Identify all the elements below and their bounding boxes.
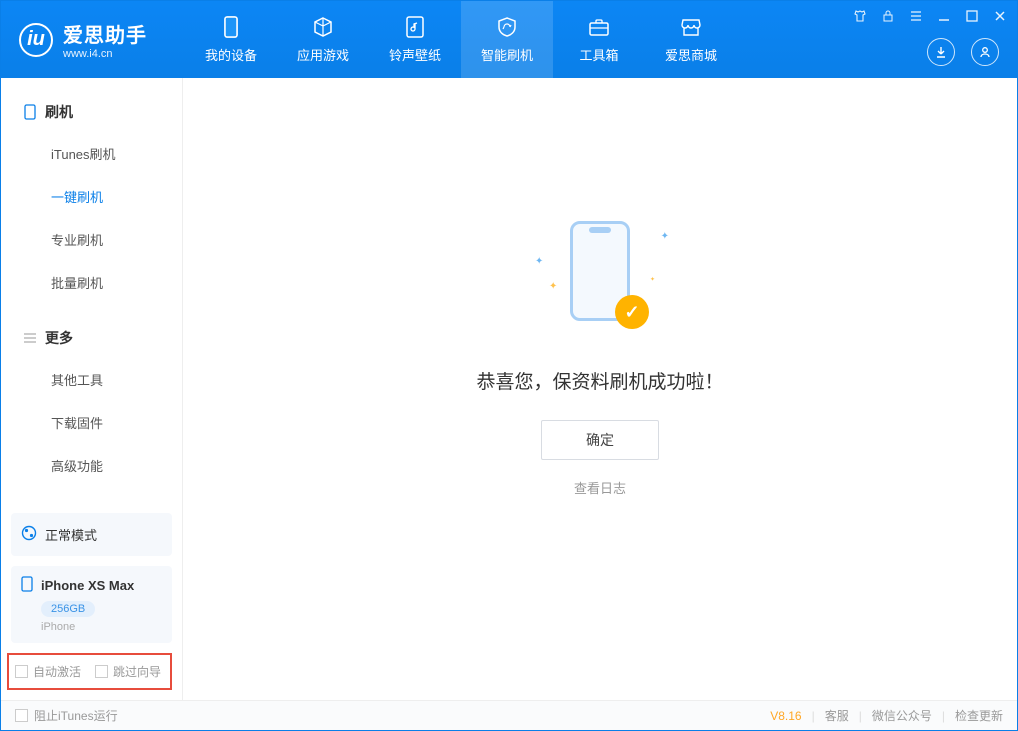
sidebar-item-batch-flash[interactable]: 批量刷机 xyxy=(1,261,182,304)
body-area: 刷机 iTunes刷机 一键刷机 专业刷机 批量刷机 更多 其他工具 下载固件 … xyxy=(1,78,1017,700)
sidebar-header-more: 更多 xyxy=(1,324,182,358)
titlebar-controls xyxy=(851,7,1009,25)
separator: | xyxy=(942,709,945,723)
logo-area: iu 爱思助手 www.i4.cn xyxy=(1,19,165,60)
briefcase-icon xyxy=(587,15,611,39)
nav-tab-label: 工具箱 xyxy=(579,45,618,64)
checks-outlined: 自动激活 跳过向导 xyxy=(7,653,172,690)
sidebar-section-title: 刷机 xyxy=(45,102,73,122)
sparkle-icon: ✦ xyxy=(650,276,655,283)
device-type: iPhone xyxy=(41,621,162,633)
check-skip-guide[interactable]: 跳过向导 xyxy=(95,663,161,680)
check-auto-activate[interactable]: 自动激活 xyxy=(15,663,81,680)
nav-tab-store[interactable]: 爱思商城 xyxy=(645,1,737,78)
success-graphic: ✦ ✦ ✦ ✦ ✓ xyxy=(555,221,645,331)
shirt-icon[interactable] xyxy=(851,7,869,25)
menu-icon[interactable] xyxy=(907,7,925,25)
check-label: 跳过向导 xyxy=(113,663,161,680)
music-file-icon xyxy=(403,15,427,39)
checkbox-icon xyxy=(15,709,28,722)
device-name: iPhone XS Max xyxy=(41,578,134,593)
device-phone-icon xyxy=(21,576,33,595)
nav-tab-label: 应用游戏 xyxy=(297,45,349,64)
logo-text: 爱思助手 www.i4.cn xyxy=(63,19,147,60)
sidebar-item-oneclick-flash[interactable]: 一键刷机 xyxy=(1,175,182,218)
phone-notch-icon xyxy=(589,227,611,233)
minimize-icon[interactable] xyxy=(935,7,953,25)
sidebar-header-flash: 刷机 xyxy=(1,98,182,132)
maximize-icon[interactable] xyxy=(963,7,981,25)
sidebar-bottom: 正常模式 iPhone XS Max 256GB iPhone 自动激活 跳过向… xyxy=(1,503,182,700)
checkbox-icon xyxy=(15,665,28,678)
mode-box[interactable]: 正常模式 xyxy=(11,513,172,556)
close-icon[interactable] xyxy=(991,7,1009,25)
nav-tab-label: 我的设备 xyxy=(205,45,257,64)
sidebar-item-advanced[interactable]: 高级功能 xyxy=(1,444,182,487)
download-icon[interactable] xyxy=(927,38,955,66)
view-log-link[interactable]: 查看日志 xyxy=(574,478,626,497)
sparkle-icon: ✦ xyxy=(661,231,669,242)
nav-tab-flash[interactable]: 智能刷机 xyxy=(461,1,553,78)
nav-tab-label: 铃声壁纸 xyxy=(389,45,441,64)
sidebar-item-other-tools[interactable]: 其他工具 xyxy=(1,358,182,401)
footer-right: V8.16 | 客服 | 微信公众号 | 检查更新 xyxy=(770,707,1003,724)
shop-icon xyxy=(679,15,703,39)
logo-icon: iu xyxy=(19,23,53,57)
sidebar-item-itunes-flash[interactable]: iTunes刷机 xyxy=(1,132,182,175)
nav-tab-label: 爱思商城 xyxy=(665,45,717,64)
check-label: 自动激活 xyxy=(33,663,81,680)
nav-tabs: 我的设备 应用游戏 铃声壁纸 智能刷机 工具箱 爱思商城 xyxy=(185,1,737,78)
device-top: iPhone XS Max xyxy=(21,576,162,595)
version-label: V8.16 xyxy=(770,709,801,723)
checkmark-badge-icon: ✓ xyxy=(615,295,649,329)
phone-icon xyxy=(219,15,243,39)
success-message: 恭喜您，保资料刷机成功啦！ xyxy=(476,367,723,394)
refresh-shield-icon xyxy=(495,15,519,39)
cube-icon xyxy=(311,15,335,39)
ok-button[interactable]: 确定 xyxy=(541,420,659,460)
sidebar-item-download-firmware[interactable]: 下载固件 xyxy=(1,401,182,444)
device-storage-badge: 256GB xyxy=(41,601,95,617)
nav-tab-apps[interactable]: 应用游戏 xyxy=(277,1,369,78)
nav-tab-toolbox[interactable]: 工具箱 xyxy=(553,1,645,78)
device-box[interactable]: iPhone XS Max 256GB iPhone xyxy=(11,566,172,643)
footer-wechat-link[interactable]: 微信公众号 xyxy=(872,707,932,724)
sidebar-section-title: 更多 xyxy=(45,328,73,348)
nav-tab-label: 智能刷机 xyxy=(481,45,533,64)
separator: | xyxy=(859,709,862,723)
footer-block-itunes-label: 阻止iTunes运行 xyxy=(34,707,118,724)
nav-tab-my-device[interactable]: 我的设备 xyxy=(185,1,277,78)
footer-check-update-link[interactable]: 检查更新 xyxy=(955,707,1003,724)
sidebar: 刷机 iTunes刷机 一键刷机 专业刷机 批量刷机 更多 其他工具 下载固件 … xyxy=(1,78,183,700)
mode-icon xyxy=(21,525,37,544)
user-icon[interactable] xyxy=(971,38,999,66)
app-header: iu 爱思助手 www.i4.cn 我的设备 应用游戏 铃声壁纸 智能刷机 工具… xyxy=(1,1,1017,78)
main-content: ✦ ✦ ✦ ✦ ✓ 恭喜您，保资料刷机成功啦！ 确定 查看日志 xyxy=(183,78,1017,700)
mode-label: 正常模式 xyxy=(45,525,97,544)
app-title: 爱思助手 xyxy=(63,19,147,48)
footer-block-itunes[interactable]: 阻止iTunes运行 xyxy=(15,707,118,724)
checkbox-icon xyxy=(95,665,108,678)
footer-support-link[interactable]: 客服 xyxy=(825,707,849,724)
header-right-icons xyxy=(927,38,999,66)
app-subtitle: www.i4.cn xyxy=(63,48,147,60)
sidebar-item-pro-flash[interactable]: 专业刷机 xyxy=(1,218,182,261)
lock-icon[interactable] xyxy=(879,7,897,25)
device-icon xyxy=(23,105,37,119)
sparkle-icon: ✦ xyxy=(549,281,557,292)
sidebar-section-flash: 刷机 iTunes刷机 一键刷机 专业刷机 批量刷机 xyxy=(1,78,182,304)
sidebar-section-more: 更多 其他工具 下载固件 高级功能 xyxy=(1,304,182,487)
nav-tab-ringtones[interactable]: 铃声壁纸 xyxy=(369,1,461,78)
list-icon xyxy=(23,331,37,345)
footer: 阻止iTunes运行 V8.16 | 客服 | 微信公众号 | 检查更新 xyxy=(1,700,1017,730)
separator: | xyxy=(812,709,815,723)
sparkle-icon: ✦ xyxy=(535,256,543,267)
